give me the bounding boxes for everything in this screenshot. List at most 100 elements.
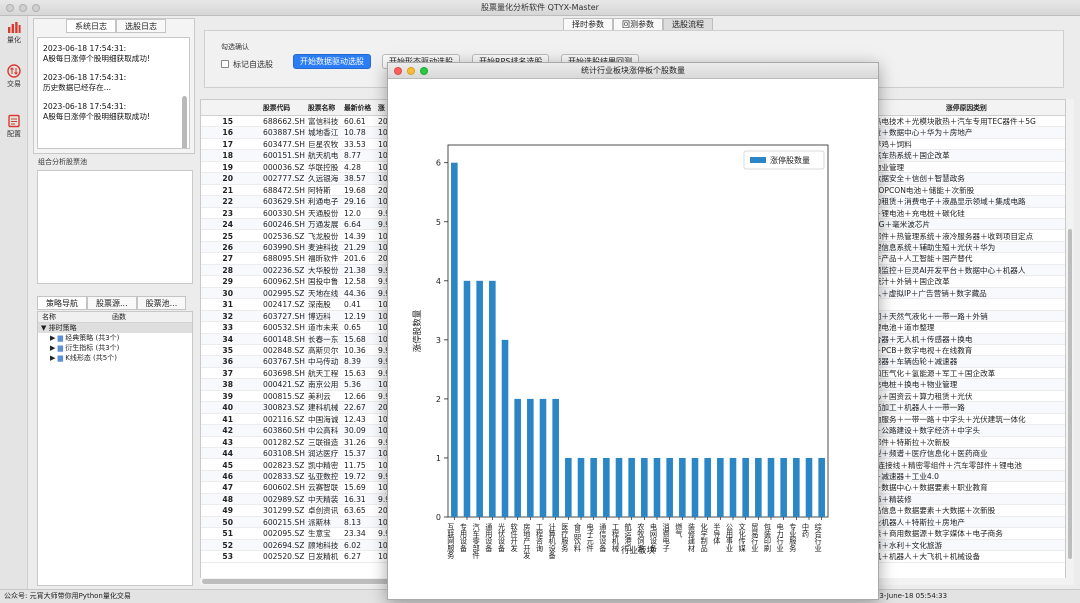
bar [717, 457, 724, 517]
table-cell: 国资云＋公路建设＋数字经济＋中字头 [851, 426, 981, 436]
table-cell: 26 [222, 242, 233, 252]
table-cell: 国资云＋数据中心＋数据要素＋职业教育 [851, 483, 988, 493]
table-cell: 三联锻造 [308, 437, 339, 447]
chart-window-titlebar: 统计行业板块涨停板个股数量 [388, 63, 878, 79]
table-cell: 000036.SZ [263, 162, 305, 172]
table-cell: 33.53 [344, 139, 366, 149]
vscroll-thumb[interactable] [1068, 229, 1072, 559]
close-chart-button[interactable] [394, 67, 402, 75]
data-driven-pick-button[interactable]: 开始数据驱动选股 [293, 54, 371, 69]
log-scrollbar[interactable] [182, 96, 187, 148]
collapsed-arrow-icon[interactable]: ▶ [50, 354, 58, 362]
table-cell: 47 [222, 483, 233, 493]
tab-strategy-nav[interactable]: 策略导航 [37, 296, 87, 310]
table-cell: 22.67 [344, 403, 366, 413]
zoom-window-button[interactable] [32, 4, 40, 12]
table-cell: 地产＋5G＋毫米波芯片 [851, 220, 931, 230]
table-cell: 603698.SH [263, 368, 305, 378]
table-cell: 凯中精密 [308, 460, 339, 470]
col-reason[interactable]: 涨停原因类别 [946, 100, 987, 116]
table-cell: 31.26 [344, 437, 366, 447]
nav-config[interactable]: 配置 [0, 114, 28, 139]
table-cell: 49 [222, 506, 233, 516]
strategy-tree: 名称 函数 ▼ 排时策略 ▶ ▆ 经典策略 (共3个) ▶ ▆ 衍生指标 (共3… [37, 311, 193, 586]
table-cell: 48 [222, 494, 233, 504]
log-entry: 2023-06-18 17:54:31: A股每日涨停个股明细获取成功! [43, 44, 150, 63]
log-entry: 2023-06-18 17:54:31: 历史数据已经存在... [43, 73, 127, 92]
x-tick-label: 专用设备 [460, 522, 469, 553]
table-cell: 万通发展 [308, 220, 339, 230]
tree-root[interactable]: ▼ 排时策略 [38, 323, 192, 333]
collapsed-arrow-icon[interactable]: ▶ [50, 334, 58, 342]
table-cell: 688662.SH [263, 117, 305, 126]
bar [603, 457, 610, 517]
table-cell: 12.66 [344, 391, 366, 401]
table-cell: 0.41 [344, 300, 361, 310]
x-tick-label: 食品饮料 [573, 522, 582, 553]
close-window-button[interactable] [6, 4, 14, 12]
table-cell: 汽车离合器＋无人机＋传感器＋换电 [851, 334, 973, 344]
col-change[interactable]: 涨 [378, 100, 385, 116]
table-cell: 002095.SZ [263, 529, 305, 539]
table-vscroll[interactable] [1066, 99, 1074, 585]
table-cell: 医疗管理信息系统＋辅助生殖＋光伏＋华为 [851, 242, 996, 252]
table-cell: 51 [222, 529, 233, 539]
table-cell: 博迈科 [308, 311, 331, 321]
bar [552, 398, 559, 517]
table-cell: 600148.SH [263, 334, 305, 344]
table-cell: 002995.SZ [263, 288, 305, 298]
table-cell: 21.38 [344, 265, 366, 275]
collapsed-arrow-icon[interactable]: ▶ [50, 344, 58, 352]
x-tick-label: 汽车零部件 [472, 522, 481, 560]
col-price[interactable]: 最新价格 [344, 100, 371, 116]
tab-stock-pool[interactable]: 股票池... [136, 296, 187, 310]
table-cell: 建科机械 [308, 403, 339, 413]
expand-arrow-icon[interactable]: ▼ [41, 324, 49, 332]
tree-item[interactable]: ▶ ▆ 经典策略 (共3个) [38, 333, 192, 343]
table-cell: 天通股份 [308, 208, 339, 218]
y-tick-label: 0 [436, 513, 441, 522]
table-cell: 南京公用 [308, 380, 339, 390]
table-cell: 30.09 [344, 426, 366, 436]
tab-pick-log[interactable]: 选股日志 [116, 19, 166, 33]
nav-trade[interactable]: 交易 [0, 64, 28, 89]
zoom-chart-button[interactable] [420, 67, 428, 75]
table-cell: 002777.SZ [263, 174, 305, 184]
x-tick-label: 化学制品 [700, 522, 709, 553]
table-cell: 21.29 [344, 242, 366, 252]
table-cell: 华联控股 [308, 162, 339, 172]
table-cell: 46 [222, 471, 233, 481]
bar [463, 280, 471, 517]
x-tick-label: 互联网服务 [447, 523, 456, 560]
y-axis-label: 涨停股数量 [412, 309, 423, 352]
bar [615, 457, 623, 517]
table-cell: 12.0 [344, 208, 361, 218]
stock-pool-box[interactable] [37, 170, 193, 284]
col-name[interactable]: 股票名称 [308, 100, 335, 116]
x-tick-label: 通信设备 [599, 522, 608, 553]
tab-system-log[interactable]: 系统日志 [66, 19, 116, 33]
bar [577, 457, 585, 517]
table-cell: 阿特斯 [308, 185, 331, 195]
table-cell: 63.65 [344, 506, 366, 516]
x-tick-label: 工程咨询 [536, 523, 545, 553]
table-cell: 19.72 [344, 471, 366, 481]
table-cell: AI数字人＋虚拟IP＋广告营销＋数字藏品 [851, 288, 987, 298]
tree-item[interactable]: ▶ ▆ 衍生指标 (共3个) [38, 343, 192, 353]
mark-favorite-checkbox[interactable] [221, 60, 229, 68]
tab-stock-source[interactable]: 股票源... [87, 296, 137, 310]
col-code[interactable]: 股票代码 [263, 100, 290, 116]
table-cell: 603990.SH [263, 242, 305, 252]
pool-label: 组合分析股票池 [38, 158, 87, 166]
table-cell: 中公高科 [308, 426, 339, 436]
table-cell: 15.37 [344, 449, 366, 459]
table-cell: 麦迪科技 [308, 242, 339, 252]
nav-quant[interactable]: 量化 [0, 20, 28, 45]
table-cell: 利通电子 [308, 197, 339, 207]
table-cell: 大华股份 [308, 265, 339, 275]
table-cell: 15 [222, 117, 233, 126]
tree-item[interactable]: ▶ ▆ K线形态 (共5个) [38, 353, 192, 363]
table-cell: Busbar连接线＋精密零组件＋汽车零部件＋锂电池 [851, 460, 1022, 470]
minimize-window-button[interactable] [19, 4, 27, 12]
minimize-chart-button[interactable] [407, 67, 415, 75]
